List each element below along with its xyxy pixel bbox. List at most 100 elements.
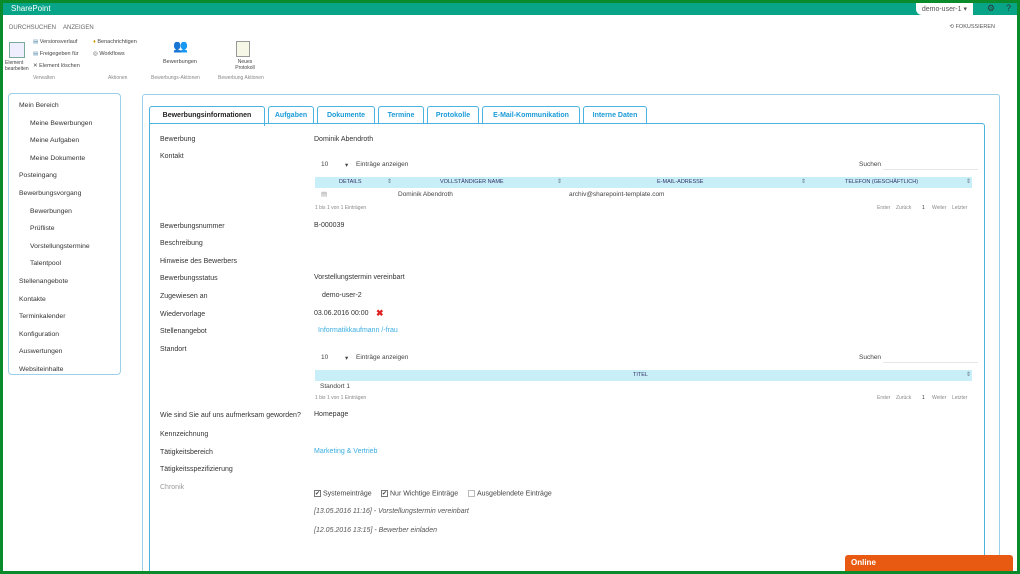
alert-button[interactable]: ♦ Benachrichtigen (93, 39, 137, 45)
entries-select-arrow[interactable]: ▾ (345, 354, 348, 362)
sidebar-item[interactable]: Konfiguration (19, 331, 59, 338)
row-email[interactable]: archiv@sharepoint-template.com (569, 191, 664, 198)
pager-first[interactable]: Erster (877, 395, 890, 401)
pager-last[interactable]: Letzter (952, 395, 967, 401)
pager-prev[interactable]: Zurück (896, 395, 911, 401)
filter-label: Systemeinträge (323, 490, 372, 498)
sidebar-item[interactable]: Stellenangebote (19, 278, 68, 285)
share-icon: ▤ (33, 51, 40, 57)
sidebar-item[interactable]: Meine Dokumente (30, 155, 85, 162)
sidebar-item[interactable]: Bewerbungsvorgang (19, 190, 81, 197)
search-label: Suchen (859, 161, 882, 168)
entries-select-arrow[interactable]: ▾ (345, 161, 348, 169)
table-row[interactable]: Standort 1 (320, 383, 350, 390)
table-header: TITEL ⇕ (315, 370, 972, 381)
filter-wichtige[interactable]: ✔ Nur Wichtige Einträge (381, 490, 458, 497)
new-log-icon[interactable] (236, 41, 250, 57)
online-label: Online (851, 558, 876, 567)
entries-select[interactable]: 10 (321, 354, 328, 361)
pager-last[interactable]: Letzter (952, 205, 967, 211)
version-history-button[interactable]: ▤ Versionsverlauf (33, 39, 77, 45)
tab-termine[interactable]: Termine (378, 106, 424, 124)
pager-page[interactable]: 1 (922, 395, 925, 401)
edit-item-icon[interactable] (9, 42, 25, 58)
focus-button[interactable]: ⟲ FOKUSSIEREN (949, 24, 995, 30)
sidebar-item[interactable]: Meine Aufgaben (30, 137, 79, 144)
sort-icon[interactable]: ⇕ (387, 178, 392, 185)
shared-with-label: Freigegeben für (39, 51, 79, 57)
column-header[interactable]: TITEL (633, 372, 648, 378)
field-label-nummer: Bewerbungsnummer (160, 223, 225, 230)
pager-next[interactable]: Weiter (932, 395, 946, 401)
field-label-bewerbung: Bewerbung (160, 136, 196, 143)
column-header[interactable]: DETAILS (339, 179, 362, 185)
new-log-button[interactable]: Neues Protokoll (231, 59, 259, 71)
tab-dokumente[interactable]: Dokumente (317, 106, 375, 124)
gear-icon[interactable]: ⚙ (987, 3, 995, 14)
ribbon-tab-anzeigen[interactable]: ANZEIGEN (63, 25, 94, 31)
quick-launch: Mein Bereich Meine Bewerbungen Meine Aufga… (8, 93, 121, 375)
filter-ausgeblendete[interactable]: Ausgeblendete Einträge (468, 490, 552, 497)
sort-icon[interactable]: ⇕ (801, 178, 806, 185)
checkbox-checked-icon[interactable]: ✔ (314, 490, 321, 497)
field-label-zugewiesen: Zugewiesen an (160, 293, 208, 300)
help-icon[interactable]: ? (1006, 3, 1011, 13)
sidebar-item[interactable]: Vorstellungstermine (30, 243, 90, 250)
table-info: 1 bis 1 von 1 Einträgen (315, 395, 367, 401)
sidebar-item[interactable]: Terminkalender (19, 313, 65, 320)
brand-label[interactable]: SharePoint (11, 4, 51, 13)
shared-with-button[interactable]: ▤ Freigegeben für (33, 51, 79, 57)
people-icon[interactable]: 👥 (173, 39, 191, 55)
tab-protokolle[interactable]: Protokolle (427, 106, 479, 124)
column-header[interactable]: TELEFON (GESCHÄFTLICH) (845, 179, 918, 185)
tab-aufgaben[interactable]: Aufgaben (268, 106, 314, 124)
field-value-taetigkeitsbereich[interactable]: Marketing & Vertrieb (314, 448, 377, 455)
sidebar-item[interactable]: Prüfliste (30, 225, 55, 232)
sidebar-item[interactable]: Websiteinhalte (19, 366, 63, 373)
row-name[interactable]: Dominik Abendroth (398, 191, 453, 198)
sort-icon[interactable]: ⇕ (966, 178, 971, 185)
sidebar-item[interactable]: Talentpool (30, 260, 61, 267)
sidebar-item[interactable]: Bewerbungen (30, 208, 72, 215)
sidebar-item[interactable]: Kontakte (19, 296, 46, 303)
online-chat-button[interactable]: Online (845, 555, 1013, 571)
tab-interne-daten[interactable]: Interne Daten (583, 106, 647, 124)
pager-page[interactable]: 1 (922, 205, 925, 211)
sharepoint-window: SharePoint demo-user-1 ▾ ⚙ ? DURCHSUCHEN… (3, 3, 1017, 571)
search-input[interactable] (883, 169, 978, 170)
sidebar-item[interactable]: Auswertungen (19, 348, 62, 355)
sidebar-item[interactable]: Mein Bereich (19, 102, 59, 109)
sort-icon[interactable]: ⇕ (557, 178, 562, 185)
applications-button[interactable]: Bewerbungen (163, 59, 197, 65)
column-header[interactable]: VOLLSTÄNDIGER NAME (440, 179, 504, 185)
delete-item-button[interactable]: ✕ Element löschen (33, 63, 80, 69)
field-value-stellenangebot[interactable]: Informatikkaufmann /-frau (318, 327, 398, 334)
filter-systemeintraege[interactable]: ✔ Systemeinträge (314, 490, 372, 497)
ribbon-tab-durchsuchen[interactable]: DURCHSUCHEN (9, 25, 56, 31)
checkbox-unchecked-icon[interactable] (468, 490, 475, 497)
sort-icon[interactable]: ⇕ (966, 371, 971, 378)
close-icon[interactable]: ✖ (376, 308, 384, 319)
field-value-zugewiesen[interactable]: demo-user-2 (322, 292, 362, 299)
entries-select[interactable]: 10 (321, 161, 328, 168)
pager-next[interactable]: Weiter (932, 205, 946, 211)
sidebar-item[interactable]: Meine Bewerbungen (30, 120, 92, 127)
field-value-status: Vorstellungstermin vereinbart (314, 274, 405, 281)
delete-item-label: Element löschen (39, 63, 80, 69)
tab-email-kommunikation[interactable]: E-Mail-Kommunikation (482, 106, 580, 124)
checkbox-checked-icon[interactable]: ✔ (381, 490, 388, 497)
workflows-button[interactable]: ◎ Workflows (93, 51, 125, 57)
column-header[interactable]: E-MAIL-ADRESSE (657, 179, 703, 185)
pager-first[interactable]: Erster (877, 205, 890, 211)
field-label-wiedervorlage: Wiedervorlage (160, 311, 206, 318)
field-label-stellenangebot: Stellenangebot (160, 328, 207, 335)
chronik-entry: [12.05.2016 13:15] - Bewerber einladen (314, 527, 437, 534)
pager-prev[interactable]: Zurück (896, 205, 911, 211)
sidebar-item[interactable]: Posteingang (19, 172, 57, 179)
user-menu[interactable]: demo-user-1 ▾ (915, 3, 973, 15)
search-input[interactable] (883, 362, 978, 363)
field-value-bewerbung: Dominik Abendroth (314, 136, 374, 143)
details-icon[interactable]: ▤ (321, 190, 327, 198)
edit-item-button[interactable]: Element bearbeiten (5, 60, 31, 72)
filter-label: Ausgeblendete Einträge (477, 490, 552, 498)
